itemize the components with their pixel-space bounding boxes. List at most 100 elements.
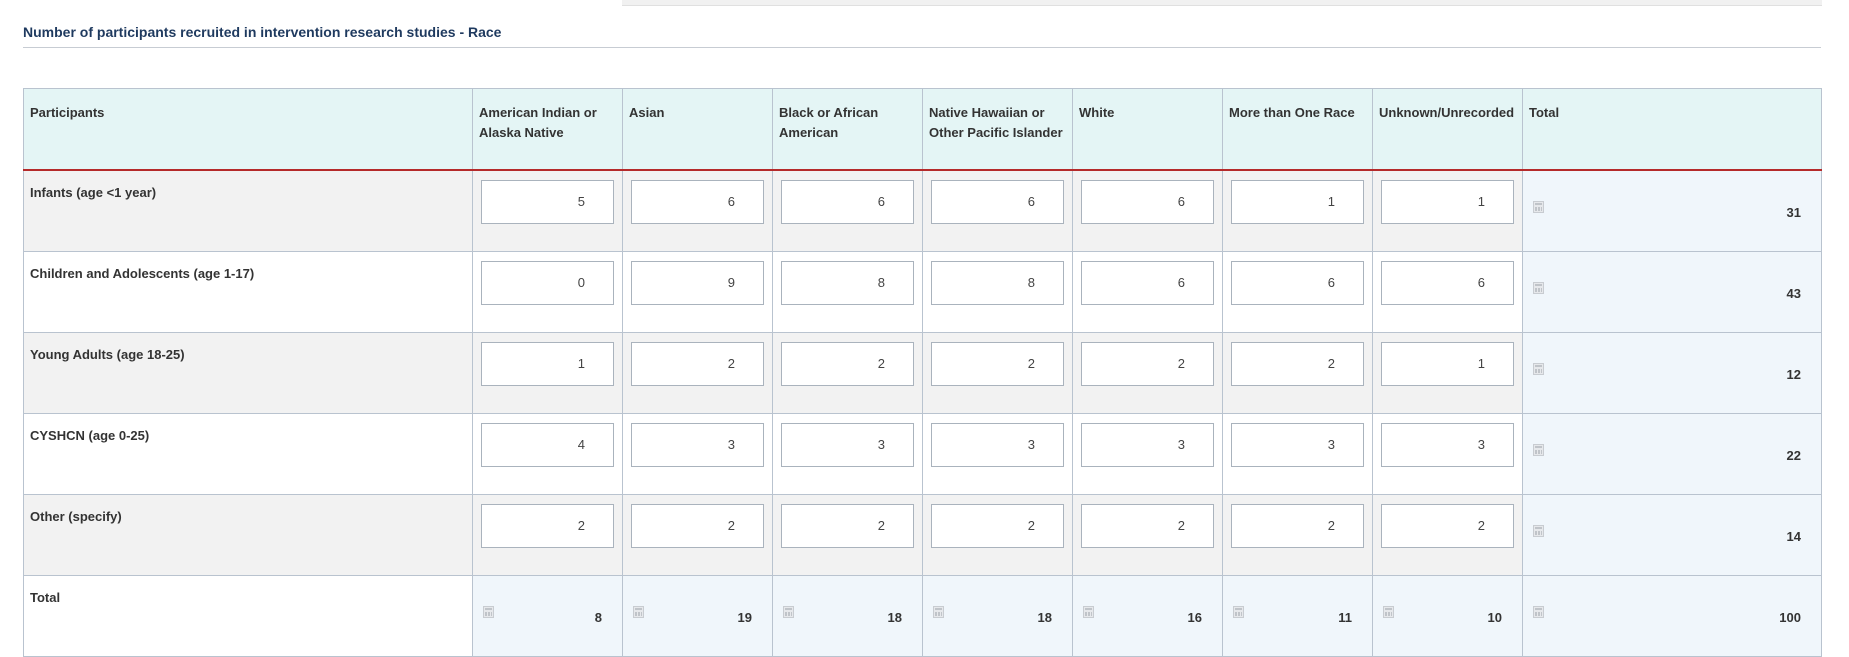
column-total-value: 18 <box>887 610 902 625</box>
row-label: CYSHCN (age 0-25) <box>23 413 473 495</box>
row-total-cell: 43 <box>1522 251 1822 333</box>
count-input[interactable]: 3 <box>1231 423 1364 467</box>
total-row-label: Total <box>23 575 473 657</box>
count-input[interactable]: 3 <box>1381 423 1514 467</box>
count-input[interactable]: 3 <box>781 423 914 467</box>
column-total-cell: 16 <box>1072 575 1223 657</box>
count-input[interactable]: 6 <box>931 180 1064 224</box>
row-label: Infants (age <1 year) <box>23 169 473 252</box>
count-input[interactable]: 1 <box>481 342 614 386</box>
count-input[interactable]: 2 <box>1231 504 1364 548</box>
count-input[interactable]: 6 <box>631 180 764 224</box>
count-input[interactable]: 1 <box>1381 342 1514 386</box>
race-participants-table: Participants American Indian or Alaska N… <box>23 88 1822 657</box>
column-total-cell: 19 <box>622 575 773 657</box>
calculator-icon <box>483 606 494 618</box>
count-input[interactable]: 2 <box>931 504 1064 548</box>
table-row: Young Adults (age 18-25) 1 2 2 2 2 2 1 1… <box>23 332 1822 414</box>
count-input[interactable]: 3 <box>631 423 764 467</box>
count-input[interactable]: 6 <box>1381 261 1514 305</box>
column-total-value: 16 <box>1187 610 1202 625</box>
header-asian: Asian <box>622 88 773 171</box>
header-american-indian: American Indian or Alaska Native <box>472 88 623 171</box>
table-row: Other (specify) 2 2 2 2 2 2 2 14 <box>23 494 1822 576</box>
count-input[interactable]: 5 <box>481 180 614 224</box>
section-title: Number of participants recruited in inte… <box>23 24 502 40</box>
count-input[interactable]: 6 <box>781 180 914 224</box>
count-input[interactable]: 8 <box>931 261 1064 305</box>
header-total: Total <box>1522 88 1822 171</box>
count-input[interactable]: 6 <box>1081 180 1214 224</box>
calculator-icon <box>1533 525 1544 537</box>
table-row: Children and Adolescents (age 1-17) 0 9 … <box>23 251 1822 333</box>
count-input[interactable]: 4 <box>481 423 614 467</box>
row-total-value: 22 <box>1786 448 1801 463</box>
column-total-value: 10 <box>1487 610 1502 625</box>
count-input[interactable]: 9 <box>631 261 764 305</box>
column-total-value: 11 <box>1338 610 1352 625</box>
header-white: White <box>1072 88 1223 171</box>
count-input[interactable]: 2 <box>631 342 764 386</box>
header-unknown: Unknown/Unrecorded <box>1372 88 1523 171</box>
row-total-value: 12 <box>1786 367 1801 382</box>
count-input[interactable]: 8 <box>781 261 914 305</box>
column-total-cell: 10 <box>1372 575 1523 657</box>
row-total-cell: 31 <box>1522 169 1822 252</box>
count-input[interactable]: 1 <box>1231 180 1364 224</box>
table-row: Infants (age <1 year) 5 6 6 6 6 1 1 31 <box>23 169 1822 252</box>
calculator-icon <box>1383 606 1394 618</box>
calculator-icon <box>783 606 794 618</box>
column-total-value: 19 <box>737 610 752 625</box>
previous-section-edge <box>622 0 1822 6</box>
row-label: Young Adults (age 18-25) <box>23 332 473 414</box>
count-input[interactable]: 2 <box>631 504 764 548</box>
calculator-icon <box>1533 201 1544 213</box>
calculator-icon <box>1533 282 1544 294</box>
row-total-cell: 14 <box>1522 494 1822 576</box>
grand-total-value: 100 <box>1779 610 1801 625</box>
column-total-value: 18 <box>1037 610 1052 625</box>
count-input[interactable]: 2 <box>1231 342 1364 386</box>
column-total-cell: 18 <box>922 575 1073 657</box>
count-input[interactable]: 6 <box>1081 261 1214 305</box>
column-total-cell: 11 <box>1222 575 1373 657</box>
header-participants: Participants <box>23 88 473 171</box>
count-input[interactable]: 2 <box>931 342 1064 386</box>
row-total-value: 43 <box>1786 286 1801 301</box>
row-total-value: 14 <box>1786 529 1801 544</box>
grand-total-cell: 100 <box>1522 575 1822 657</box>
header-more-than-one: More than One Race <box>1222 88 1373 171</box>
count-input[interactable]: 2 <box>481 504 614 548</box>
count-input[interactable]: 2 <box>1381 504 1514 548</box>
row-total-cell: 22 <box>1522 413 1822 495</box>
header-native-hawaiian: Native Hawaiian or Other Pacific Islande… <box>922 88 1073 171</box>
count-input[interactable]: 2 <box>1081 504 1214 548</box>
row-label: Children and Adolescents (age 1-17) <box>23 251 473 333</box>
count-input[interactable]: 2 <box>1081 342 1214 386</box>
column-total-value: 8 <box>594 610 602 625</box>
title-divider <box>23 47 1821 48</box>
calculator-icon <box>633 606 644 618</box>
calculator-icon <box>933 606 944 618</box>
count-input[interactable]: 6 <box>1231 261 1364 305</box>
header-black: Black or African American <box>772 88 923 171</box>
calculator-icon <box>1533 606 1544 618</box>
count-input[interactable]: 3 <box>931 423 1064 467</box>
count-input[interactable]: 1 <box>1381 180 1514 224</box>
calculator-icon <box>1533 444 1544 456</box>
calculator-icon <box>1533 363 1544 375</box>
total-row: Total 8 19 18 18 16 11 10 100 <box>23 575 1822 657</box>
calculator-icon <box>1083 606 1094 618</box>
header-row: Participants American Indian or Alaska N… <box>23 88 1822 171</box>
calculator-icon <box>1233 606 1244 618</box>
count-input[interactable]: 2 <box>781 504 914 548</box>
count-input[interactable]: 0 <box>481 261 614 305</box>
row-label: Other (specify) <box>23 494 473 576</box>
column-total-cell: 18 <box>772 575 923 657</box>
row-total-value: 31 <box>1786 205 1801 220</box>
table-row: CYSHCN (age 0-25) 4 3 3 3 3 3 3 22 <box>23 413 1822 495</box>
count-input[interactable]: 2 <box>781 342 914 386</box>
row-total-cell: 12 <box>1522 332 1822 414</box>
column-total-cell: 8 <box>472 575 623 657</box>
count-input[interactable]: 3 <box>1081 423 1214 467</box>
